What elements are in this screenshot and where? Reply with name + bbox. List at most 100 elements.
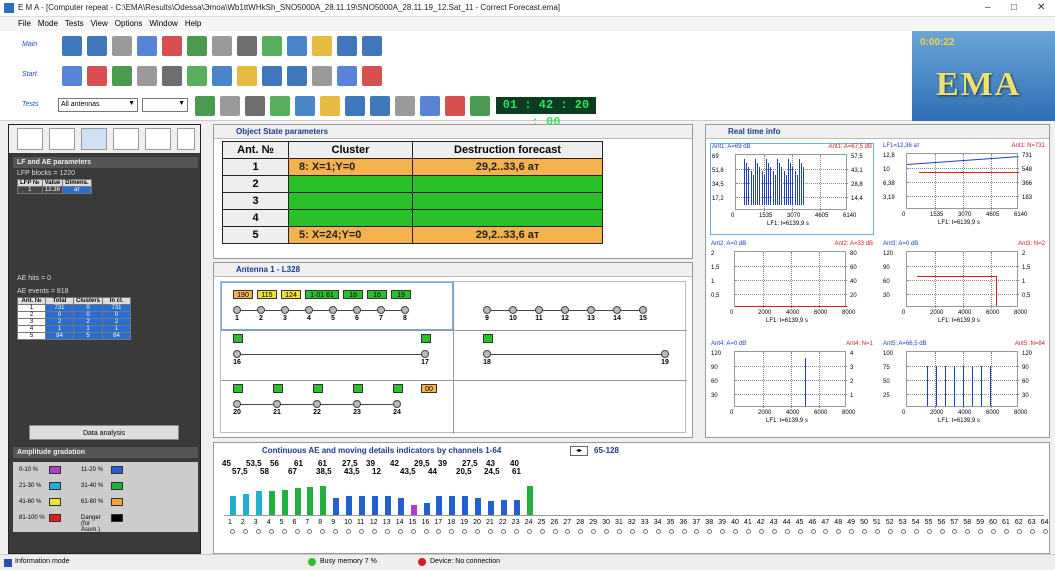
sensor-node[interactable]: [587, 306, 595, 314]
channel-bar[interactable]: [359, 496, 365, 515]
toolbar-icon[interactable]: [62, 66, 82, 86]
toolbar-icon[interactable]: [237, 36, 257, 56]
toolbar-icon[interactable]: [262, 36, 282, 56]
sensor-node[interactable]: [421, 350, 429, 358]
toolbar-icon[interactable]: [112, 66, 132, 86]
sensor-node[interactable]: [401, 306, 409, 314]
tab-doc[interactable]: [145, 128, 171, 150]
sensor-node[interactable]: [639, 306, 647, 314]
toolbar-icon[interactable]: [345, 96, 365, 116]
channel-bar[interactable]: [488, 501, 494, 515]
toolbar-icon[interactable]: [212, 36, 232, 56]
channel-bar[interactable]: [410, 504, 417, 515]
toolbar-icon[interactable]: [320, 96, 340, 116]
sensor-node[interactable]: [483, 350, 491, 358]
sensor-node[interactable]: [353, 306, 361, 314]
table-row[interactable]: 5 84 5 84: [17, 332, 132, 340]
channel-bar[interactable]: [320, 486, 327, 515]
toolbar-icon[interactable]: [395, 96, 415, 116]
realtime-plot[interactable]: LF1=12,36 ат Ant1: N=731 12,8 10 6,38 3,19 731…: [882, 143, 1046, 235]
sensor-node[interactable]: [377, 306, 385, 314]
toolbar-icon[interactable]: [420, 96, 440, 116]
table-row[interactable]: 4111: [17, 325, 132, 333]
toolbar-icon[interactable]: [245, 96, 265, 116]
channel-bar[interactable]: [230, 496, 236, 515]
channel-bar[interactable]: [423, 503, 430, 515]
menu-file[interactable]: File: [18, 19, 31, 28]
table-row[interactable]: 5 5: X=24;Y=0 29,2..33,6 ат: [222, 226, 603, 244]
table-row[interactable]: 2000: [17, 311, 132, 319]
toolbar-icon[interactable]: [287, 66, 307, 86]
toolbar-icon[interactable]: [262, 66, 282, 86]
toolbar-icon[interactable]: [195, 96, 215, 116]
toolbar-icon[interactable]: [295, 96, 315, 116]
realtime-plot[interactable]: Ant1: A=69 dB Ant1: A=67,5 dB 69 51,8 34,5 17…: [710, 143, 874, 235]
table-row[interactable]: 1 8: X=1;Y=0 29,2..33,6 ат: [222, 158, 603, 176]
sensor-node[interactable]: [661, 350, 669, 358]
channel-select[interactable]: ▼: [142, 98, 188, 112]
menu-mode[interactable]: Mode: [38, 19, 58, 28]
sensor-node[interactable]: [561, 306, 569, 314]
channel-bar[interactable]: [346, 496, 353, 515]
tab-more[interactable]: [177, 128, 195, 150]
toolbar-icon[interactable]: [312, 66, 332, 86]
antenna-select[interactable]: All antennas ▼: [58, 98, 138, 112]
channel-nav-button[interactable]: ◂▸: [570, 446, 588, 456]
toolbar-icon[interactable]: [470, 96, 490, 116]
data-analysis-button[interactable]: Data analysis: [29, 425, 179, 440]
sensor-node[interactable]: [233, 400, 241, 408]
channel-bar[interactable]: [268, 490, 275, 515]
table-row[interactable]: 1 12.36 ат: [17, 186, 92, 194]
table-row[interactable]: 3: [222, 192, 603, 210]
toolbar-icon[interactable]: [220, 96, 240, 116]
realtime-plot[interactable]: Ant3: A=0 dB Ant3: N=2 120 90 60 30 2 1,5 1 0,5 0 2…: [882, 241, 1046, 333]
menu-options[interactable]: Options: [115, 19, 143, 28]
sensor-node[interactable]: [353, 400, 361, 408]
close-button[interactable]: ✕: [1037, 2, 1045, 13]
channel-bar[interactable]: [513, 499, 520, 515]
channel-bar[interactable]: [307, 487, 314, 515]
channel-bar[interactable]: [449, 496, 456, 515]
sensor-node[interactable]: [313, 400, 321, 408]
sensor-node[interactable]: [509, 306, 517, 314]
toolbar-icon[interactable]: [187, 36, 207, 56]
table-row[interactable]: 1 731 0 731: [17, 304, 132, 312]
toolbar-icon[interactable]: [270, 96, 290, 116]
tab-gear[interactable]: [49, 128, 75, 150]
toolbar-icon[interactable]: [362, 36, 382, 56]
sensor-node[interactable]: [483, 306, 491, 314]
maximize-button[interactable]: □: [1011, 2, 1017, 13]
toolbar-icon[interactable]: [87, 36, 107, 56]
toolbar-icon[interactable]: [337, 36, 357, 56]
menu-help[interactable]: Help: [185, 19, 201, 28]
toolbar-icon[interactable]: [187, 66, 207, 86]
channel-bar[interactable]: [281, 489, 288, 515]
channel-bar[interactable]: [242, 493, 249, 515]
toolbar-icon[interactable]: [137, 66, 157, 86]
sensor-node[interactable]: [613, 306, 621, 314]
menu-view[interactable]: View: [91, 19, 108, 28]
channel-bar[interactable]: [462, 496, 469, 515]
tab-chart[interactable]: [113, 128, 139, 150]
sensor-node[interactable]: [281, 306, 289, 314]
channel-bar[interactable]: [333, 498, 340, 515]
toolbar-icon[interactable]: [362, 66, 382, 86]
channel-bar[interactable]: [255, 491, 262, 515]
toolbar-icon[interactable]: [287, 36, 307, 56]
table-row[interactable]: 3222: [17, 318, 132, 326]
sensor-node[interactable]: [257, 306, 265, 314]
sensor-node[interactable]: [329, 306, 337, 314]
channel-bar[interactable]: [294, 488, 301, 515]
channel-bar[interactable]: [371, 496, 378, 515]
sensor-node[interactable]: [233, 306, 241, 314]
channel-range-2[interactable]: 65-128: [594, 446, 619, 455]
toolbar-icon[interactable]: [370, 96, 390, 116]
tab-params[interactable]: [17, 128, 43, 150]
toolbar-icon[interactable]: [137, 36, 157, 56]
sensor-node[interactable]: [273, 400, 281, 408]
menu-tests[interactable]: Tests: [65, 19, 84, 28]
toolbar-icon[interactable]: [312, 36, 332, 56]
realtime-plot[interactable]: Ant4: A=0 dB Ant4: N=1 120 90 60 30 4 3 2 1 0 2000 4…: [710, 341, 874, 433]
sensor-node[interactable]: [305, 306, 313, 314]
sensor-node[interactable]: [233, 350, 241, 358]
